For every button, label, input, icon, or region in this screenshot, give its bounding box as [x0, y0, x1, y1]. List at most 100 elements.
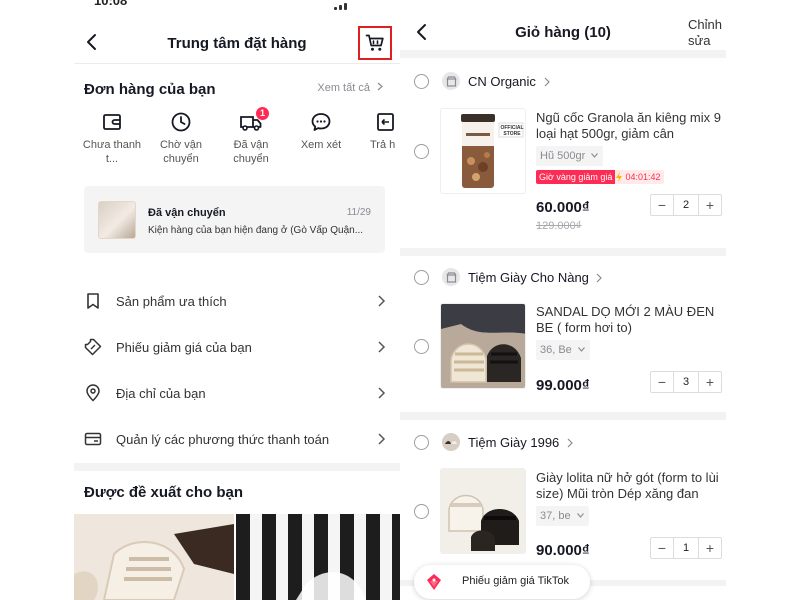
status-label: Xem xét — [300, 139, 342, 151]
quantity-stepper[interactable]: − 1 + — [650, 537, 722, 559]
quantity-value[interactable]: 3 — [673, 372, 699, 392]
chevron-right-icon — [378, 341, 386, 353]
status-awaiting-shipment[interactable]: Chờ vận chuyển — [146, 108, 216, 166]
item-select-radio[interactable] — [414, 504, 429, 519]
shop-select-radio[interactable] — [414, 270, 429, 285]
menu-label: Phiếu giảm giá của bạn — [116, 340, 252, 355]
voucher-ticket-icon — [427, 574, 441, 590]
section-divider — [400, 50, 726, 58]
menu-label: Quản lý các phương thức thanh toán — [116, 432, 330, 447]
status-returns[interactable]: Trả h — [354, 108, 400, 152]
shop-name[interactable]: CN Organic — [468, 74, 536, 89]
recommended-product-image[interactable] — [74, 514, 234, 600]
quantity-value[interactable]: 1 — [673, 538, 699, 558]
shop-name[interactable]: Tiệm Giày 1996 — [468, 435, 559, 450]
order-status-row: Chưa thanh t... Chờ vận chuyển 1 Đã vận … — [74, 107, 400, 172]
chevron-right-icon — [378, 295, 386, 307]
product-name[interactable]: Giày lolita nữ hở gót (form to lùi size)… — [536, 470, 722, 502]
decrease-qty-button[interactable]: − — [651, 372, 673, 392]
menu-item-vouchers[interactable]: Phiếu giảm giá của bạn — [74, 324, 400, 370]
shipment-tracking-card[interactable]: Đã vận chuyển 11/29 Kiện hàng của bạn hi… — [84, 186, 385, 253]
product-image[interactable] — [440, 468, 526, 554]
product-price: 99.000₫ — [536, 377, 590, 394]
edit-button[interactable]: Chỉnh sửa — [688, 17, 726, 49]
decrease-qty-button[interactable]: − — [651, 195, 673, 215]
product-name[interactable]: SANDAL DỌ MỚI 2 MÀU ĐEN BE ( form hơi to… — [536, 304, 722, 336]
product-image[interactable] — [440, 303, 526, 389]
sandal-photo — [441, 304, 525, 388]
order-center-screen: 10:08 Trung tâm đặt hàng Đơn hàng của bạ… — [74, 0, 400, 600]
menu-item-payment-methods[interactable]: Quản lý các phương thức thanh toán — [74, 416, 400, 462]
clock-icon — [171, 112, 191, 132]
flash-sale-tag: Giờ vàng giảm giá 04:01:42 — [536, 170, 665, 184]
item-select-radio[interactable] — [414, 144, 429, 159]
tracking-date: 11/29 — [346, 207, 371, 218]
product-image[interactable]: OFFICIAL STORE — [440, 108, 526, 194]
status-label: Chưa thanh t... — [82, 139, 142, 165]
section-divider — [400, 412, 726, 420]
tracking-status: Đã vận chuyển — [148, 207, 226, 219]
chevron-right-icon — [596, 273, 602, 283]
flash-sale-timer: 04:01:42 — [623, 170, 665, 184]
lightning-icon — [615, 170, 624, 184]
orders-section-title: Đơn hàng của bạn — [84, 81, 216, 98]
chevron-right-icon — [378, 433, 386, 445]
status-label: Đã vận chuyển — [233, 139, 269, 165]
cart-title: Giỏ hàng (10) — [515, 24, 611, 41]
shop-select-radio[interactable] — [414, 435, 429, 450]
variant-label: 36, Be — [540, 344, 572, 356]
shop-name[interactable]: Tiệm Giày Cho Nàng — [468, 270, 589, 285]
chevron-right-icon — [378, 387, 386, 399]
lolita-shoes-photo — [441, 469, 525, 553]
product-price: 90.000₫ — [536, 542, 590, 559]
page-title: Trung tâm đặt hàng — [167, 35, 307, 52]
cart-shop-group: CN Organic OFFICIAL STORE Ngũ cốc Granol… — [400, 58, 726, 248]
shop-select-radio[interactable] — [414, 74, 429, 89]
recommended-product-image[interactable] — [236, 514, 400, 600]
cart-button[interactable] — [358, 26, 392, 60]
increase-qty-button[interactable]: + — [699, 372, 721, 392]
chat-bubble-icon — [311, 113, 331, 131]
status-label: Trả h — [370, 139, 396, 151]
status-unpaid[interactable]: Chưa thanh t... — [77, 108, 147, 166]
bookmark-icon — [87, 293, 99, 309]
variant-selector[interactable]: 37, be — [536, 506, 589, 526]
shopping-cart-icon — [365, 34, 384, 51]
menu-item-addresses[interactable]: Địa chỉ của bạn — [74, 370, 400, 416]
variant-selector[interactable]: 36, Be — [536, 340, 590, 360]
quantity-stepper[interactable]: − 3 + — [650, 371, 722, 393]
cart-screen: Giỏ hàng (10) Chỉnh sửa CN Organic OFFIC… — [400, 0, 726, 600]
quantity-value[interactable]: 2 — [673, 195, 699, 215]
tiktok-voucher-button[interactable]: Phiếu giảm giá TikTok — [414, 565, 590, 599]
menu-label: Địa chỉ của bạn — [116, 386, 206, 401]
increase-qty-button[interactable]: + — [699, 195, 721, 215]
see-all-link[interactable]: Xem tất cả — [317, 82, 384, 94]
item-select-radio[interactable] — [414, 339, 429, 354]
product-name[interactable]: Ngũ cốc Granola ăn kiêng mix 9 loại hạt … — [536, 110, 722, 142]
product-price: 60.000₫ — [536, 199, 590, 216]
see-all-label: Xem tất cả — [317, 82, 370, 94]
account-menu: Sản phẩm ưa thích Phiếu giảm giá của bạn… — [74, 278, 400, 462]
chevron-right-icon — [544, 77, 550, 87]
store-icon — [442, 268, 460, 286]
location-pin-icon — [86, 384, 100, 402]
variant-selector[interactable]: Hũ 500gr — [536, 146, 604, 166]
quantity-stepper[interactable]: − 2 + — [650, 194, 722, 216]
chevron-down-icon — [577, 347, 585, 352]
notification-badge: 1 — [256, 107, 269, 120]
section-divider — [400, 248, 726, 256]
chevron-down-icon — [576, 513, 584, 518]
section-divider — [74, 463, 400, 471]
menu-item-favorites[interactable]: Sản phẩm ưa thích — [74, 278, 400, 324]
decrease-qty-button[interactable]: − — [651, 538, 673, 558]
original-price: 129.000₫ — [536, 220, 582, 232]
order-center-header: Trung tâm đặt hàng — [74, 22, 400, 64]
wallet-icon — [103, 114, 121, 130]
status-review[interactable]: Xem xét — [286, 108, 356, 152]
coupon-icon — [84, 338, 102, 356]
sandal-photo — [74, 514, 234, 600]
status-shipped[interactable]: 1 Đã vận chuyển — [216, 107, 286, 166]
increase-qty-button[interactable]: + — [699, 538, 721, 558]
striped-product-photo — [296, 572, 366, 600]
status-bar-time: 10:08 — [94, 0, 128, 8]
